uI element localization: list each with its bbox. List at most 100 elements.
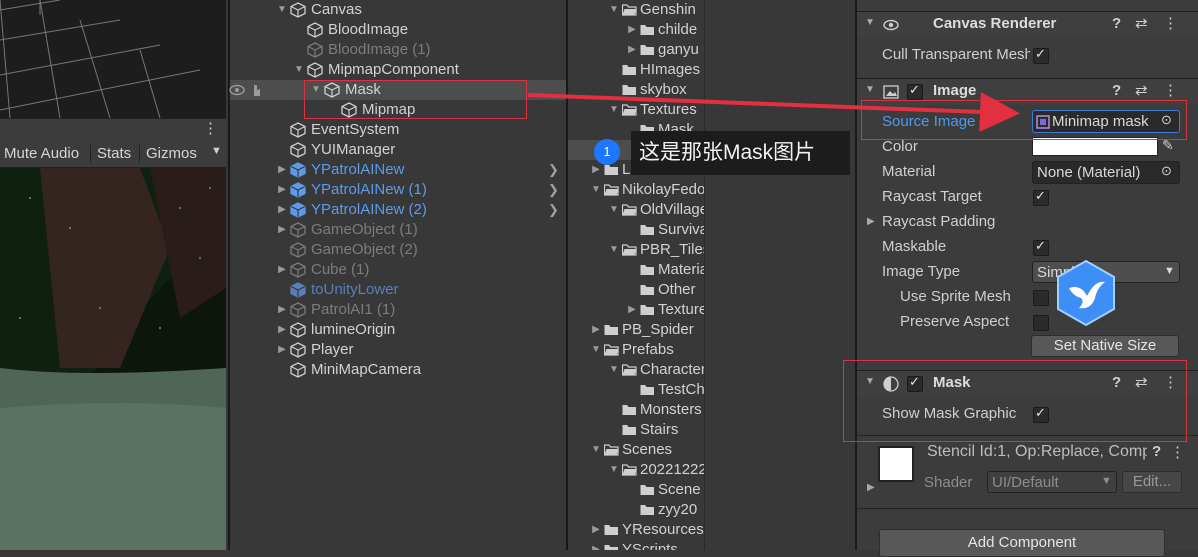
expand-down-icon[interactable]: ▼ <box>608 360 620 380</box>
project-folder-row[interactable]: ▶ Textures <box>568 300 706 320</box>
fold-down-icon[interactable]: ▼ <box>865 84 875 95</box>
preset-icon[interactable]: ⇄ <box>1135 81 1148 99</box>
mute-audio-button[interactable]: Mute Audio <box>0 140 83 167</box>
game-view[interactable] <box>0 168 226 550</box>
project-folder-row[interactable]: Monsters <box>568 400 706 420</box>
expand-down-icon[interactable]: ▼ <box>590 340 602 360</box>
canvas-renderer-header[interactable]: ▼ Canvas Renderer ? ⇄ ⋮ <box>857 11 1198 38</box>
project-folder-row[interactable]: Materials <box>568 260 706 280</box>
project-folder-row[interactable]: Survival <box>568 220 706 240</box>
expand-right-icon[interactable]: ▶ <box>276 160 288 180</box>
project-folder-row[interactable]: ▼ Prefabs <box>568 340 706 360</box>
expand-down-icon[interactable]: ▼ <box>608 240 620 260</box>
expand-right-icon[interactable]: ▶ <box>590 540 602 550</box>
project-folder-row[interactable]: Other <box>568 280 706 300</box>
expand-down-icon[interactable]: ▼ <box>276 0 288 20</box>
expand-right-icon[interactable]: ▶ <box>626 40 638 60</box>
expand-down-icon[interactable]: ▼ <box>608 460 620 480</box>
hierarchy-row[interactable]: GameObject (2) <box>230 240 566 260</box>
expand-right-icon[interactable]: ▶ <box>276 180 288 200</box>
expand-right-icon[interactable]: ▶ <box>276 320 288 340</box>
shader-dropdown[interactable]: UI/Default ▼ <box>987 471 1117 493</box>
hierarchy-row[interactable]: ▶ YPatrolAINew ❯ <box>230 160 566 180</box>
visibility-eye-icon[interactable] <box>228 82 268 98</box>
help-icon[interactable]: ? <box>1112 82 1121 99</box>
project-folder-row[interactable]: ▼ Scenes <box>568 440 706 460</box>
hierarchy-row[interactable]: MiniMapCamera <box>230 360 566 380</box>
object-picker-icon[interactable]: ⊙ <box>1161 163 1172 179</box>
material-menu-icon[interactable]: ⋮ <box>1170 443 1185 461</box>
project-folder-row[interactable]: ▼ Textures <box>568 100 706 120</box>
material-field[interactable]: None (Material) ⊙ <box>1032 161 1180 184</box>
expand-down-icon[interactable]: ▼ <box>590 180 602 200</box>
hierarchy-row[interactable]: ▶ YPatrolAINew (1) ❯ <box>230 180 566 200</box>
maskable-checkbox[interactable] <box>1033 238 1049 256</box>
fold-down-icon[interactable]: ▼ <box>865 17 875 28</box>
foldout-right-icon[interactable]: ▶ <box>867 482 875 493</box>
raycast-padding-label[interactable]: Raycast Padding <box>882 213 995 230</box>
project-folder-row[interactable]: ▼ PBR_Tiles <box>568 240 706 260</box>
expand-right-icon[interactable]: ▶ <box>276 200 288 220</box>
edit-shader-button[interactable]: Edit... <box>1122 471 1182 493</box>
stats-button[interactable]: Stats <box>93 140 135 167</box>
expand-down-icon[interactable]: ▼ <box>293 60 305 80</box>
hierarchy-row[interactable]: toUnityLower <box>230 280 566 300</box>
hierarchy-row[interactable]: ▶ lumineOrigin <box>230 320 566 340</box>
hierarchy-row[interactable]: EventSystem <box>230 120 566 140</box>
project-folder-row[interactable]: HImages <box>568 60 706 80</box>
project-folder-row[interactable]: ▼ OldVillage <box>568 200 706 220</box>
project-folder-row[interactable]: ▶ YResources <box>568 520 706 540</box>
project-folder-row[interactable]: ▶ PB_Spider <box>568 320 706 340</box>
hierarchy-row[interactable]: ▶ GameObject (1) <box>230 220 566 240</box>
set-native-size-button[interactable]: Set Native Size <box>1031 335 1179 357</box>
expand-right-icon[interactable]: ▶ <box>626 300 638 320</box>
expand-down-icon[interactable]: ▼ <box>590 440 602 460</box>
help-icon[interactable]: ? <box>1112 15 1121 32</box>
expand-right-icon[interactable]: ▶ <box>276 300 288 320</box>
hierarchy-row[interactable]: ▼ MipmapComponent <box>230 60 566 80</box>
hierarchy-row[interactable]: ▶ Player <box>230 340 566 360</box>
project-folder-row[interactable]: ▼ NikolayFedorov <box>568 180 706 200</box>
raycast-target-checkbox[interactable] <box>1033 188 1049 206</box>
project-folder-row[interactable]: ▶ YScripts <box>568 540 706 550</box>
component-menu-icon[interactable]: ⋮ <box>1163 14 1178 32</box>
prefab-open-icon[interactable]: ❯ <box>548 200 559 220</box>
more-options-icon[interactable]: ⋮ <box>203 119 218 137</box>
expand-down-icon[interactable]: ▼ <box>608 200 620 220</box>
cull-transparent-checkbox[interactable] <box>1033 46 1049 64</box>
expand-right-icon[interactable]: ▶ <box>276 220 288 240</box>
expand-right-icon[interactable]: ▶ <box>590 320 602 340</box>
help-icon[interactable]: ? <box>1152 443 1161 460</box>
hierarchy-row[interactable]: BloodImage <box>230 20 566 40</box>
preset-icon[interactable]: ⇄ <box>1135 14 1148 32</box>
add-component-button[interactable]: Add Component <box>879 529 1165 557</box>
expand-down-icon[interactable]: ▼ <box>608 100 620 120</box>
project-folder-row[interactable]: ▶ ganyu <box>568 40 706 60</box>
hierarchy-row[interactable]: ▶ YPatrolAINew (2) ❯ <box>230 200 566 220</box>
foldout-right-icon[interactable]: ▶ <box>867 216 875 227</box>
expand-right-icon[interactable]: ▶ <box>276 260 288 280</box>
project-folder-row[interactable]: Scene <box>568 480 706 500</box>
project-folder-row[interactable]: ▼ Genshin <box>568 0 706 20</box>
hierarchy-row[interactable]: YUIManager <box>230 140 566 160</box>
scene-view[interactable] <box>0 0 226 118</box>
expand-right-icon[interactable]: ▶ <box>626 20 638 40</box>
hierarchy-row[interactable]: ▶ Cube (1) <box>230 260 566 280</box>
image-enabled-checkbox[interactable] <box>907 82 923 100</box>
project-folder-row[interactable]: ▶ childe <box>568 20 706 40</box>
expand-down-icon[interactable]: ▼ <box>608 0 620 20</box>
gizmos-dropdown-icon[interactable]: ▼ <box>211 145 222 157</box>
hierarchy-row[interactable]: ▶ PatrolAI1 (1) <box>230 300 566 320</box>
project-folder-row[interactable]: zyy20 <box>568 500 706 520</box>
expand-right-icon[interactable]: ▶ <box>590 520 602 540</box>
prefab-open-icon[interactable]: ❯ <box>548 160 559 180</box>
expand-right-icon[interactable]: ▶ <box>276 340 288 360</box>
project-folder-row[interactable]: ▼ Characters <box>568 360 706 380</box>
use-sprite-mesh-checkbox[interactable] <box>1033 290 1049 306</box>
project-folder-row[interactable]: skybox <box>568 80 706 100</box>
project-folder-row[interactable]: TestChar <box>568 380 706 400</box>
project-folder-row[interactable]: ▼ 20221222 <box>568 460 706 480</box>
prefab-open-icon[interactable]: ❯ <box>548 180 559 200</box>
hierarchy-row[interactable]: BloodImage (1) <box>230 40 566 60</box>
component-menu-icon[interactable]: ⋮ <box>1163 81 1178 99</box>
